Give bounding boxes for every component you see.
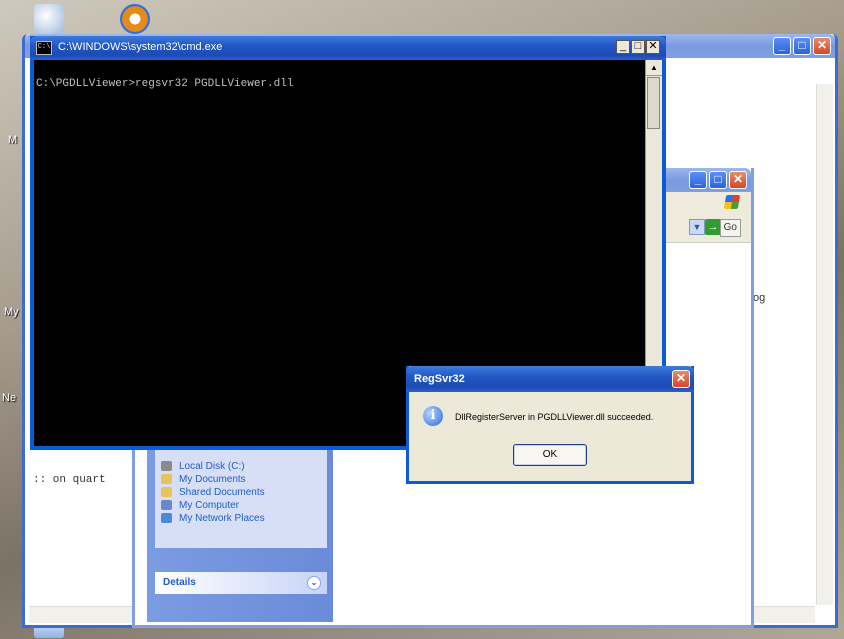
info-icon: i	[423, 406, 443, 426]
network-icon	[161, 513, 172, 523]
back-maximize-button[interactable]: □	[793, 37, 811, 55]
cmd-minimize-button[interactable]: _	[616, 40, 630, 54]
scroll-up-arrow-icon[interactable]: ▲	[646, 60, 662, 76]
cmd-title: C:\WINDOWS\system32\cmd.exe	[58, 41, 223, 53]
place-my-documents[interactable]: My Documents	[155, 473, 327, 486]
explorer-maximize-button[interactable]: □	[709, 171, 727, 189]
back-window-side-text: og	[753, 292, 766, 304]
dialog-message: DllRegisterServer in PGDLLViewer.dll suc…	[455, 412, 654, 422]
details-label: Details	[163, 577, 196, 588]
place-my-network-places[interactable]: My Network Places	[155, 512, 327, 525]
cmd-icon: C:\	[36, 41, 52, 55]
other-places-box: Local Disk (C:) My Documents Shared Docu…	[155, 444, 327, 548]
back-vertical-scrollbar[interactable]	[816, 84, 833, 605]
desktop-label-2: My	[4, 306, 19, 318]
folder-icon	[161, 474, 172, 484]
dialog-titlebar[interactable]: RegSvr32 ✕	[406, 366, 694, 392]
cmd-scroll-thumb[interactable]	[647, 77, 660, 129]
back-close-button[interactable]: ✕	[813, 37, 831, 55]
desktop-label-3: Ne	[2, 392, 17, 404]
task-pane: Local Disk (C:) My Documents Shared Docu…	[147, 444, 333, 622]
place-shared-documents[interactable]: Shared Documents	[155, 486, 327, 499]
desktop-recycle-icon[interactable]	[34, 4, 64, 34]
cmd-close-button[interactable]: ✕	[646, 40, 660, 54]
go-arrow-icon[interactable]: →	[705, 219, 721, 235]
back-minimize-button[interactable]: _	[773, 37, 791, 55]
place-local-disk[interactable]: Local Disk (C:)	[155, 460, 327, 473]
cmd-maximize-button[interactable]: □	[631, 40, 645, 54]
chevron-down-icon[interactable]: ⌄	[307, 576, 321, 590]
cmd-output[interactable]: C:\PGDLLViewer>regsvr32 PGDLLViewer.dll	[36, 78, 293, 90]
drive-icon	[161, 461, 172, 471]
desktop-label-1: M	[8, 134, 18, 146]
details-section-header[interactable]: Details ⌄	[155, 572, 327, 594]
place-my-computer[interactable]: My Computer	[155, 499, 327, 512]
windows-logo-icon	[723, 195, 741, 209]
explorer-minimize-button[interactable]: _	[689, 171, 707, 189]
dialog-title: RegSvr32	[414, 373, 465, 385]
explorer-close-button[interactable]: ✕	[729, 171, 747, 189]
dialog-close-button[interactable]: ✕	[672, 370, 690, 388]
desktop-media-player-icon[interactable]	[120, 4, 150, 34]
back-window-text: :: on quart	[33, 474, 106, 486]
computer-icon	[161, 500, 172, 510]
go-button[interactable]: Go	[719, 219, 741, 237]
address-dropdown-icon[interactable]: ▼	[689, 219, 705, 235]
cmd-titlebar[interactable]: C:\ C:\WINDOWS\system32\cmd.exe _ □ ✕	[30, 36, 666, 60]
ok-button[interactable]: OK	[513, 444, 587, 466]
shared-folder-icon	[161, 487, 172, 497]
regsvr32-dialog[interactable]: RegSvr32 ✕ i DllRegisterServer in PGDLLV…	[406, 366, 694, 484]
